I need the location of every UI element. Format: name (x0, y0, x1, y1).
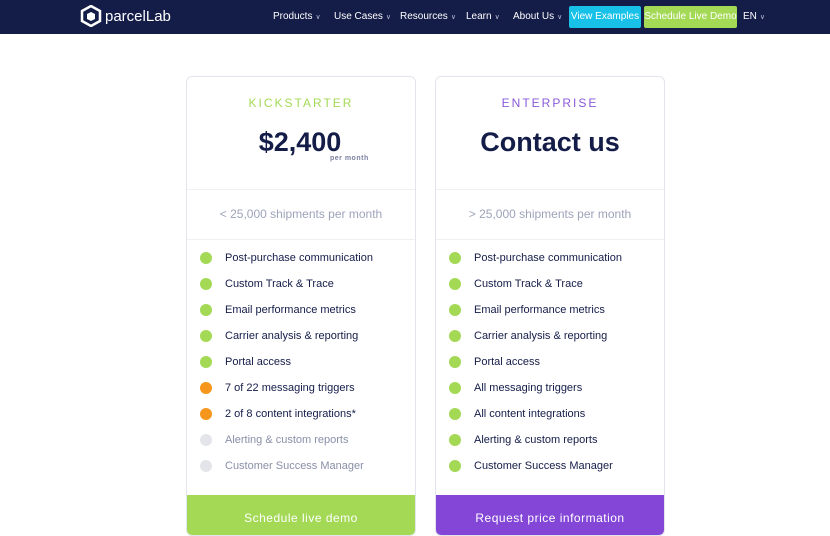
nav-resources-label: Resources (400, 11, 448, 22)
feature-label: Custom Track & Trace (474, 278, 583, 290)
chevron-down-icon: ∨ (557, 14, 563, 21)
nav-about-us-label: About Us (513, 11, 555, 22)
nav-about-us[interactable]: About Us ∨ (513, 11, 562, 22)
feature-label: Customer Success Manager (474, 460, 613, 472)
plan-price: $2,400 (258, 127, 342, 157)
feature-item: Alerting & custom reports (200, 434, 349, 446)
feature-included-dot-icon (449, 278, 461, 290)
feature-item: All content integrations (449, 408, 585, 420)
divider (187, 189, 415, 190)
nav-use-cases[interactable]: Use Cases ∨ (334, 11, 391, 22)
feature-label: All content integrations (474, 408, 586, 420)
plan-tier: ENTERPRISE (501, 96, 599, 110)
feature-label: Portal access (474, 356, 541, 368)
feature-item: Portal access (200, 356, 291, 368)
brand-name: parcelLab (105, 7, 171, 25)
feature-item: Custom Track & Trace (200, 278, 334, 290)
chevron-down-icon: ∨ (450, 14, 456, 21)
chevron-down-icon: ∨ (385, 14, 392, 21)
feature-label: Email performance metrics (225, 304, 356, 316)
feature-included-dot-icon (449, 330, 461, 342)
price-period: per month (330, 155, 369, 162)
language-selector[interactable]: EN ∨ (743, 11, 765, 22)
request-price-information-cta[interactable]: Request price information (436, 495, 664, 535)
chevron-down-icon: ∨ (759, 14, 766, 21)
feature-included-dot-icon (449, 304, 461, 316)
shipment-volume: < 25,000 shipments per month (219, 207, 383, 221)
divider (436, 189, 664, 190)
feature-item: Email performance metrics (200, 304, 356, 316)
view-examples-button[interactable]: View Examples (569, 6, 641, 28)
nav-resources[interactable]: Resources ∨ (400, 11, 456, 22)
feature-label: 7 of 22 messaging triggers (225, 382, 355, 394)
feature-label: Custom Track & Trace (225, 278, 334, 290)
feature-item: Customer Success Manager (200, 460, 364, 472)
feature-label: Post-purchase communication (474, 252, 622, 264)
nav-products-label: Products (273, 11, 313, 22)
shipment-volume: > 25,000 shipments per month (468, 207, 632, 221)
feature-included-dot-icon (449, 460, 461, 472)
feature-included-dot-icon (449, 408, 461, 420)
feature-label: Alerting & custom reports (474, 434, 598, 446)
feature-label: Carrier analysis & reporting (474, 330, 608, 342)
nav-learn[interactable]: Learn ∨ (466, 11, 500, 22)
feature-included-dot-icon (200, 330, 212, 342)
feature-label: Alerting & custom reports (225, 434, 349, 446)
nav-use-cases-label: Use Cases (334, 11, 383, 22)
feature-item: Carrier analysis & reporting (449, 330, 607, 342)
feature-included-dot-icon (449, 382, 461, 394)
feature-item: 2 of 8 content integrations* (200, 408, 356, 420)
chevron-down-icon: ∨ (315, 14, 321, 21)
parcellab-logo[interactable]: parcelLab (80, 5, 171, 27)
feature-item: Portal access (449, 356, 540, 368)
feature-item: Alerting & custom reports (449, 434, 598, 446)
feature-item: Custom Track & Trace (449, 278, 583, 290)
plan-tier: KICKSTARTER (248, 96, 354, 110)
feature-label: Carrier analysis & reporting (225, 330, 359, 342)
feature-item: Email performance metrics (449, 304, 605, 316)
feature-item: Post-purchase communication (449, 252, 622, 264)
schedule-live-demo-button[interactable]: Schedule Live Demo (644, 6, 737, 28)
plan-card-kickstarter: KICKSTARTER $2,400 per month < 25,000 sh… (186, 76, 416, 536)
feature-included-dot-icon (449, 356, 461, 368)
language-label: EN (743, 11, 757, 22)
schedule-live-demo-cta[interactable]: Schedule live demo (187, 495, 415, 535)
feature-item: Post-purchase communication (200, 252, 373, 264)
feature-excluded-dot-icon (200, 434, 212, 446)
feature-partial-dot-icon (200, 408, 212, 420)
plan-price: Contact us (480, 127, 620, 157)
feature-label: 2 of 8 content integrations* (225, 408, 356, 420)
top-navigation: parcelLab Products ∨ Use Cases ∨ Resources… (0, 0, 830, 34)
divider (187, 239, 415, 240)
feature-excluded-dot-icon (200, 460, 212, 472)
plan-card-enterprise: ENTERPRISE Contact us > 25,000 shipments… (435, 76, 665, 536)
feature-item: All messaging triggers (449, 382, 582, 394)
feature-label: All messaging triggers (474, 382, 583, 394)
parcellab-logo-icon (80, 5, 102, 27)
chevron-down-icon: ∨ (494, 14, 500, 21)
divider (436, 239, 664, 240)
nav-products[interactable]: Products ∨ (273, 11, 321, 22)
feature-partial-dot-icon (200, 382, 212, 394)
nav-learn-label: Learn (466, 11, 492, 22)
feature-included-dot-icon (200, 252, 212, 264)
feature-included-dot-icon (200, 304, 212, 316)
feature-label: Customer Success Manager (225, 460, 364, 472)
feature-label: Email performance metrics (474, 304, 605, 316)
feature-item: 7 of 22 messaging triggers (200, 382, 355, 394)
feature-included-dot-icon (200, 278, 212, 290)
feature-included-dot-icon (449, 252, 461, 264)
feature-item: Customer Success Manager (449, 460, 613, 472)
feature-item: Carrier analysis & reporting (200, 330, 358, 342)
feature-included-dot-icon (200, 356, 212, 368)
feature-label: Post-purchase communication (225, 252, 373, 264)
feature-label: Portal access (225, 356, 292, 368)
feature-included-dot-icon (449, 434, 461, 446)
